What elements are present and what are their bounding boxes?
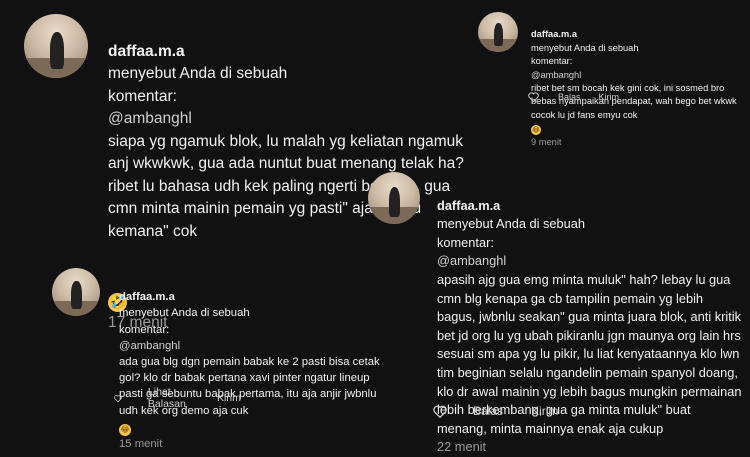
comment-actions: Balas Kirim: [433, 404, 558, 418]
send-button[interactable]: Kirim: [599, 92, 620, 102]
mention-link[interactable]: @ambanghl: [119, 340, 180, 352]
comment-actions: Balas Kirim: [528, 92, 619, 102]
timestamp: 9 menit: [531, 136, 562, 147]
comment-prefix: komentar:: [531, 56, 573, 67]
heart-icon[interactable]: [114, 393, 122, 404]
comment-text: daffaa.m.a menyebut Anda di sebuah komen…: [531, 15, 741, 149]
comment-prefix: komentar:: [119, 323, 170, 336]
comment-text: daffaa.m.a menyebut Anda di sebuah komen…: [119, 273, 389, 452]
view-replies-button[interactable]: Lihat Balasan: [148, 386, 190, 410]
comment-actions: Lihat Balasan Kirim: [114, 386, 241, 410]
comment-prefix: komentar:: [108, 87, 177, 105]
send-button[interactable]: Kirim: [531, 404, 558, 418]
mention-notice: menyebut Anda di sebuah: [108, 65, 288, 82]
mention-notice: menyebut Anda di sebuah: [437, 216, 585, 232]
avatar[interactable]: [368, 172, 420, 224]
timestamp: 22 menit: [437, 439, 487, 455]
send-button[interactable]: Kirim: [217, 392, 241, 404]
joy-emoji-icon: 😂: [531, 125, 541, 136]
heart-icon[interactable]: [433, 405, 447, 418]
mention-link[interactable]: @ambanghl: [531, 70, 581, 80]
joy-emoji-icon: 😂: [119, 423, 131, 436]
username[interactable]: daffaa.m.a: [531, 29, 577, 39]
reply-button[interactable]: Balas: [558, 92, 581, 102]
avatar[interactable]: [478, 12, 518, 52]
mention-link[interactable]: @ambanghl: [437, 253, 506, 268]
username[interactable]: daffaa.m.a: [437, 198, 500, 213]
mention-notice: menyebut Anda di sebuah: [531, 42, 639, 53]
mention-link[interactable]: @ambanghl: [108, 110, 192, 127]
avatar[interactable]: [24, 14, 88, 78]
comment-prefix: komentar:: [437, 234, 494, 250]
heart-icon[interactable]: [528, 92, 539, 102]
username[interactable]: daffaa.m.a: [119, 291, 175, 303]
reply-button[interactable]: Balas: [473, 404, 503, 418]
mention-notice: menyebut Anda di sebuah: [119, 307, 250, 320]
avatar[interactable]: [52, 268, 100, 316]
username[interactable]: daffaa.m.a: [108, 43, 185, 60]
